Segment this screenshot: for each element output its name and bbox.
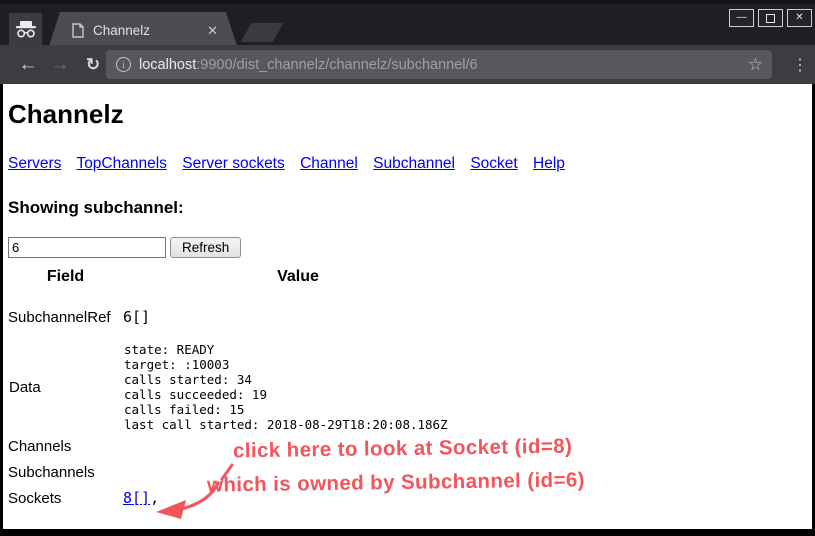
window-controls: — ✕ bbox=[729, 9, 812, 27]
url-bar[interactable]: i localhost:9900/dist_channelz/channelz/… bbox=[106, 50, 772, 79]
browser-window: Channelz ✕ — ✕ ← → ↻ i localhost:9900/di… bbox=[0, 0, 815, 536]
field-label: Sockets bbox=[8, 485, 123, 511]
close-button[interactable]: ✕ bbox=[787, 9, 812, 27]
forward-icon[interactable]: → bbox=[45, 45, 75, 84]
field-header: Field bbox=[8, 263, 123, 291]
url-text: localhost:9900/dist_channelz/channelz/su… bbox=[139, 57, 748, 73]
nav-link-help[interactable]: Help bbox=[533, 155, 565, 172]
field-label: SubchannelRef bbox=[8, 291, 123, 341]
tab-strip: Channelz ✕ — ✕ bbox=[0, 0, 815, 45]
nav-link-server-sockets[interactable]: Server sockets bbox=[182, 155, 285, 172]
url-path: :9900/dist_channelz/channelz/subchannel/… bbox=[196, 57, 477, 73]
maximize-button[interactable] bbox=[758, 9, 783, 27]
back-icon[interactable]: ← bbox=[13, 45, 43, 84]
nav-links: Servers TopChannels Server sockets Chann… bbox=[8, 155, 812, 173]
subchannelref-value: 6[] bbox=[123, 291, 473, 341]
socket-link-suffix: , bbox=[150, 489, 159, 507]
subchannel-id-input[interactable] bbox=[8, 237, 166, 258]
nav-link-subchannel[interactable]: Subchannel bbox=[373, 155, 455, 172]
nav-link-servers[interactable]: Servers bbox=[8, 155, 61, 172]
field-label: Channels bbox=[8, 433, 123, 459]
field-label: Data bbox=[8, 341, 123, 433]
info-icon[interactable]: i bbox=[116, 57, 131, 72]
table-header-row: Field Value bbox=[8, 263, 473, 291]
channels-value bbox=[123, 433, 473, 459]
field-label: Subchannels bbox=[8, 459, 123, 485]
maximize-icon bbox=[766, 14, 775, 23]
socket-8-link[interactable]: 8[] bbox=[123, 489, 150, 507]
table-row-data: Data state: READY target: :10003 calls s… bbox=[8, 341, 473, 433]
subchannel-table: Field Value SubchannelRef 6[] Data state… bbox=[8, 263, 473, 511]
page-title: Channelz bbox=[8, 99, 812, 130]
nav-link-channel[interactable]: Channel bbox=[300, 155, 358, 172]
minimize-button[interactable]: — bbox=[729, 9, 754, 27]
tab-close-icon[interactable]: ✕ bbox=[207, 23, 218, 39]
new-tab-button[interactable] bbox=[241, 23, 283, 42]
reload-icon[interactable]: ↻ bbox=[78, 45, 108, 84]
incognito-icon bbox=[9, 13, 42, 45]
section-heading: Showing subchannel: bbox=[8, 198, 812, 218]
table-row-sockets: Sockets 8[], bbox=[8, 485, 473, 511]
refresh-button[interactable]: Refresh bbox=[170, 237, 241, 258]
nav-link-topchannels[interactable]: TopChannels bbox=[76, 155, 166, 172]
browser-toolbar: ← → ↻ i localhost:9900/dist_channelz/cha… bbox=[0, 45, 815, 84]
value-header: Value bbox=[123, 263, 473, 291]
url-host: localhost bbox=[139, 57, 196, 73]
table-row-subchannels: Subchannels bbox=[8, 459, 473, 485]
page-content: Channelz Servers TopChannels Server sock… bbox=[0, 84, 815, 536]
bookmark-star-icon[interactable]: ☆ bbox=[748, 55, 763, 75]
page-icon bbox=[72, 23, 84, 38]
data-value: state: READY target: :10003 calls starte… bbox=[124, 342, 472, 432]
nav-link-socket[interactable]: Socket bbox=[470, 155, 517, 172]
browser-tab[interactable]: Channelz ✕ bbox=[48, 12, 238, 49]
subchannels-value bbox=[123, 459, 473, 485]
menu-icon[interactable]: ⋮ bbox=[792, 45, 808, 84]
subchannel-form: Refresh bbox=[8, 237, 812, 258]
table-row-subchannelref: SubchannelRef 6[] bbox=[8, 291, 473, 341]
tab-title: Channelz bbox=[93, 23, 207, 38]
table-row-channels: Channels bbox=[8, 433, 473, 459]
